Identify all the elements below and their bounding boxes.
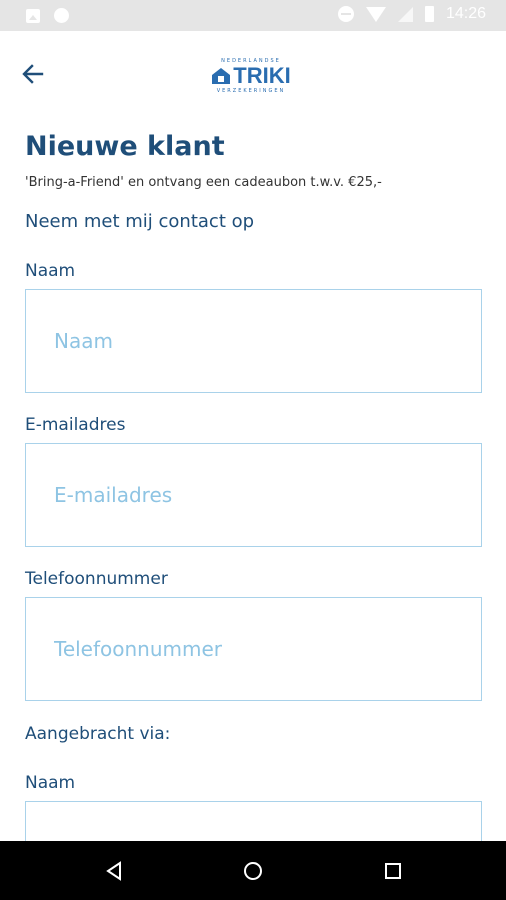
back-triangle-icon xyxy=(106,861,121,881)
referred-via-label: Aangebracht via: xyxy=(25,724,171,744)
do-not-disturb-icon xyxy=(337,6,354,22)
nav-home-button[interactable] xyxy=(240,858,266,884)
navigation-bar xyxy=(0,841,506,900)
app-bar: NEDERLANDSE TRIKI VERZEKERINGEN xyxy=(0,31,506,119)
name-input[interactable] xyxy=(25,289,482,393)
signal-icon xyxy=(397,6,413,22)
page-title: Nieuwe klant xyxy=(25,131,225,162)
email-input[interactable] xyxy=(25,443,482,547)
email-label: E-mailadres xyxy=(25,415,126,435)
house-icon xyxy=(212,68,231,84)
recents-square-icon xyxy=(385,863,401,879)
promo-subtitle: 'Bring-a-Friend' en ontvang een cadeaubo… xyxy=(25,175,382,190)
logo-wordmark: TRIKI xyxy=(233,63,291,88)
home-circle-icon xyxy=(244,862,262,880)
form-content: Nieuwe klant 'Bring-a-Friend' en ontvang… xyxy=(0,119,506,841)
circle-notification-icon xyxy=(54,8,69,23)
name-label: Naam xyxy=(25,261,76,281)
phone-input[interactable] xyxy=(25,597,482,701)
battery-icon xyxy=(424,6,434,22)
wifi-icon xyxy=(365,6,386,22)
back-button[interactable] xyxy=(20,61,46,87)
status-time: 14:26 xyxy=(445,5,486,22)
referrer-name-input[interactable] xyxy=(25,801,482,841)
arrow-left-icon xyxy=(22,64,44,84)
status-bar: 14:26 xyxy=(0,0,506,31)
triki-logo: NEDERLANDSE TRIKI VERZEKERINGEN xyxy=(207,57,295,95)
image-notification-icon xyxy=(26,8,40,23)
nav-back-button[interactable] xyxy=(101,858,127,884)
logo-bottom-text: VERZEKERINGEN xyxy=(216,88,286,94)
referrer-name-label: Naam xyxy=(25,773,76,793)
contact-me-link[interactable]: Neem met mij contact op xyxy=(25,211,254,232)
nav-recents-button[interactable] xyxy=(380,858,406,884)
phone-label: Telefoonnummer xyxy=(25,569,168,589)
